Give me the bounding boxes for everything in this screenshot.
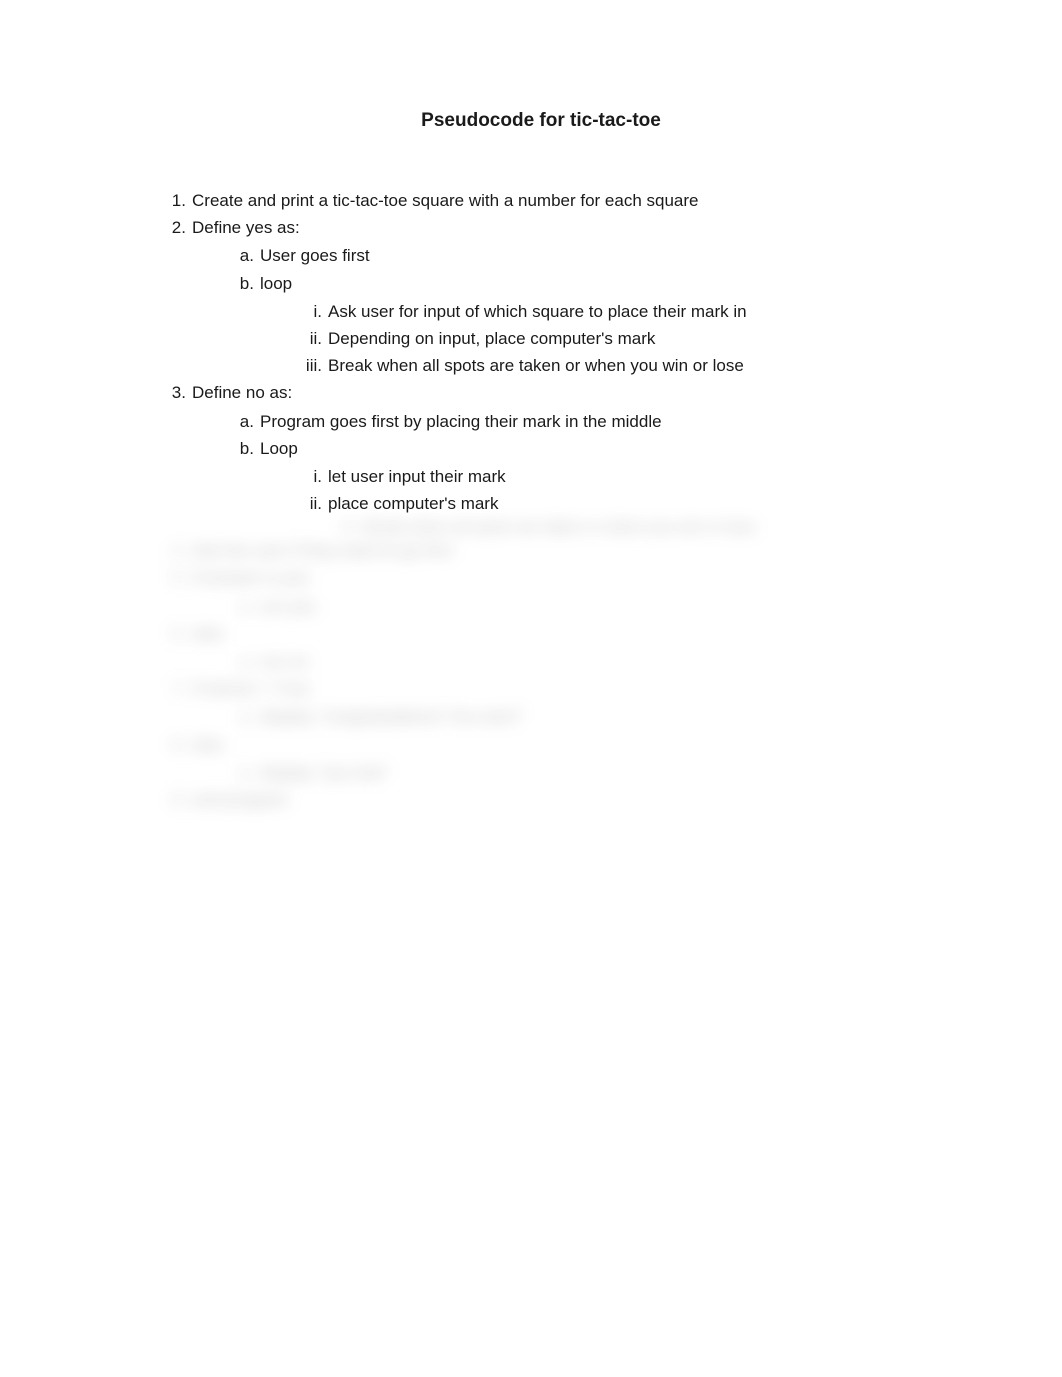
ordered-list: Create and print a tic-tac-toe square wi… bbox=[160, 187, 922, 517]
list-item: Ask user for input of which square to pl… bbox=[296, 298, 922, 325]
list-item: display "you lost" bbox=[228, 759, 922, 786]
list-text: run yes bbox=[260, 597, 316, 616]
ordered-list-sub: Program goes first by placing their mark… bbox=[192, 408, 922, 518]
ordered-list-subsub: Ask user for input of which square to pl… bbox=[260, 298, 922, 380]
list-text: else bbox=[192, 735, 223, 754]
list-item: else display "you lost" bbox=[160, 731, 922, 786]
page-title: Pseudocode for tic-tac-toe bbox=[160, 110, 922, 132]
list-text: else bbox=[192, 624, 223, 643]
list-item: let user input their mark bbox=[296, 463, 922, 490]
list-item: place computer's mark bbox=[296, 490, 922, 517]
list-text: Ask the user if they want to go first bbox=[192, 541, 452, 560]
list-item: Program goes first by placing their mark… bbox=[228, 408, 922, 435]
list-text: end program bbox=[192, 790, 288, 809]
list-item: If winner = True display "congratulation… bbox=[160, 675, 922, 730]
list-text: If winner = True bbox=[192, 679, 310, 698]
list-text: display "congratulations! You won!" bbox=[260, 707, 523, 726]
list-item: Define yes as: User goes first loop Ask … bbox=[160, 214, 922, 379]
list-text: Depending on input, place computer's mar… bbox=[328, 329, 655, 348]
list-item: display "congratulations! You won!" bbox=[228, 703, 922, 730]
list-text: Break when all spots are taken or when y… bbox=[364, 519, 755, 536]
list-text: Break when all spots are taken or when y… bbox=[328, 356, 744, 375]
list-item: If answer is yes run yes bbox=[160, 564, 922, 619]
list-text: run no bbox=[260, 652, 308, 671]
list-text: Define yes as: bbox=[192, 218, 300, 237]
blurred-content: Break when all spots are taken or when y… bbox=[160, 519, 922, 813]
ordered-list-sub: User goes first loop Ask user for input … bbox=[192, 242, 922, 379]
list-text: Ask user for input of which square to pl… bbox=[328, 302, 747, 321]
list-item: run yes bbox=[228, 593, 922, 620]
list-item: else run no bbox=[160, 620, 922, 675]
list-item: loop Ask user for input of which square … bbox=[228, 270, 922, 380]
list-item: end program bbox=[160, 786, 922, 813]
list-item: Ask the user if they want to go first bbox=[160, 537, 922, 564]
list-text: Program goes first by placing their mark… bbox=[260, 412, 662, 431]
list-text: Create and print a tic-tac-toe square wi… bbox=[192, 191, 699, 210]
list-text: User goes first bbox=[260, 246, 370, 265]
list-text: display "you lost" bbox=[260, 763, 388, 782]
list-text: let user input their mark bbox=[328, 467, 506, 486]
list-text: place computer's mark bbox=[328, 494, 498, 513]
list-text: Loop bbox=[260, 439, 298, 458]
list-item: Break when all spots are taken or when y… bbox=[332, 519, 922, 537]
list-text: Define no as: bbox=[192, 383, 292, 402]
list-item: User goes first bbox=[228, 242, 922, 269]
list-text: loop bbox=[260, 274, 292, 293]
ordered-list-subsub: let user input their mark place computer… bbox=[260, 463, 922, 517]
list-text: If answer is yes bbox=[192, 568, 309, 587]
list-item: Loop let user input their mark place com… bbox=[228, 435, 922, 518]
list-item: Define no as: Program goes first by plac… bbox=[160, 379, 922, 517]
list-item: Create and print a tic-tac-toe square wi… bbox=[160, 187, 922, 214]
list-item: Depending on input, place computer's mar… bbox=[296, 325, 922, 352]
list-item: run no bbox=[228, 648, 922, 675]
list-item: Break when all spots are taken or when y… bbox=[296, 352, 922, 379]
